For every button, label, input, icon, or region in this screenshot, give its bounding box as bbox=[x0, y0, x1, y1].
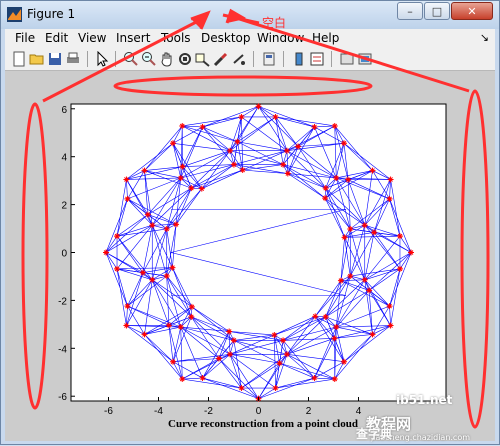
annotation-ellipse-left bbox=[23, 104, 47, 408]
watermark-brand: 查字典 bbox=[356, 425, 392, 442]
annotation-label: 空白 bbox=[262, 14, 286, 31]
y-tick-label: -2 bbox=[58, 296, 67, 307]
annotation-ellipse-right bbox=[462, 91, 488, 427]
y-tick-label: 0 bbox=[61, 249, 67, 260]
plot-svg: -6 -4 -2 0 2 4 -6 -4 -2 0 2 4 6 Curve reconstructio… bbox=[1, 1, 500, 446]
y-tick-label: 6 bbox=[61, 105, 67, 116]
watermark-site: ib51.net bbox=[396, 393, 452, 407]
x-tick-label: -4 bbox=[154, 406, 163, 417]
x-tick-label: -2 bbox=[204, 406, 213, 417]
figure-window: Figure 1 – □ ✕ File Edit View Insert Too… bbox=[0, 0, 500, 445]
x-axis-label: Curve reconstruction from a point cloud bbox=[168, 418, 358, 430]
y-tick-label: -4 bbox=[58, 344, 67, 355]
x-tick-label: 2 bbox=[306, 406, 312, 417]
x-tick-label: 4 bbox=[356, 406, 362, 417]
annotation-arrowhead bbox=[191, 13, 208, 29]
axes-box[interactable] bbox=[71, 104, 446, 401]
y-tick-label: 4 bbox=[61, 153, 67, 164]
x-tick-label: -6 bbox=[104, 406, 113, 417]
annotation-ellipse-top bbox=[115, 77, 371, 95]
y-tick-label: 2 bbox=[61, 201, 67, 212]
y-tick-label: -6 bbox=[58, 392, 67, 403]
x-tick-label: 0 bbox=[256, 406, 262, 417]
